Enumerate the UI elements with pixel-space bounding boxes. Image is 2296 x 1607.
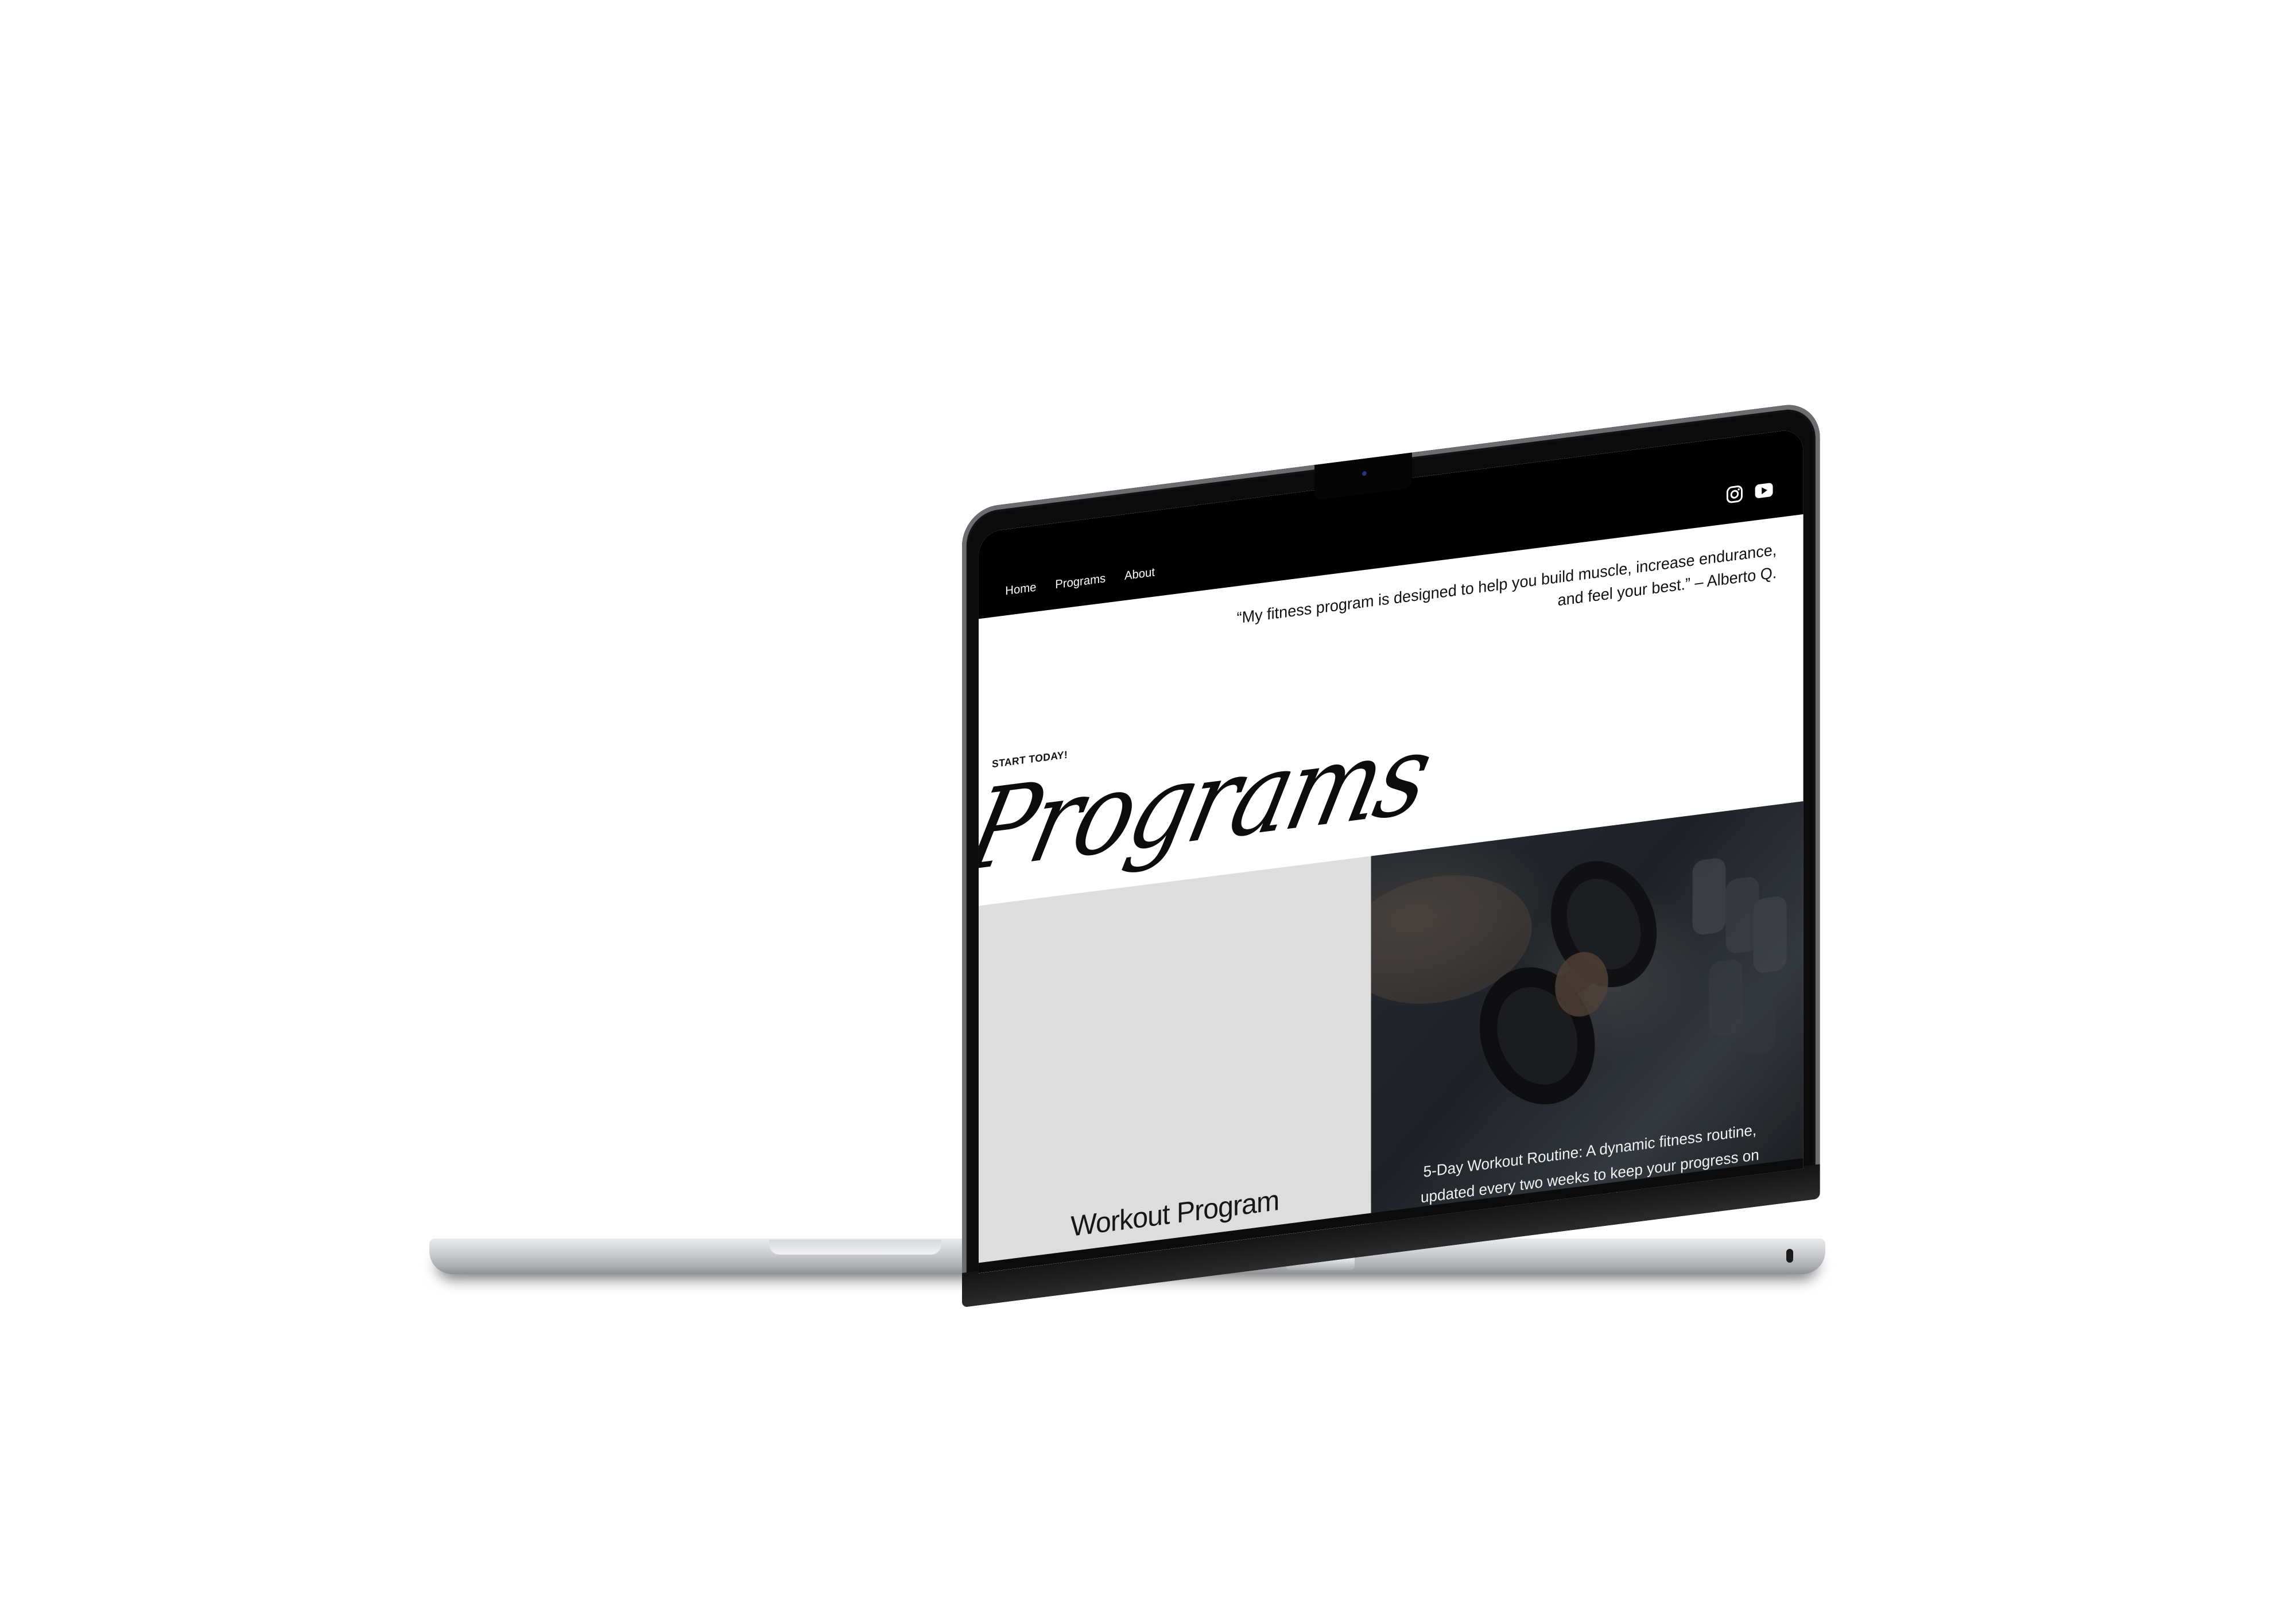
workout-program-card[interactable]: Workout Program	[978, 856, 1371, 1274]
nav-links: Home Programs About	[1005, 565, 1155, 598]
laptop-port	[1786, 1249, 1793, 1263]
mockup-stage: Home Programs About “My fitness program …	[0, 0, 2296, 1607]
nav-home-link[interactable]: Home	[1005, 581, 1036, 599]
laptop-trackpad-notch	[769, 1240, 941, 1255]
nav-programs-link[interactable]: Programs	[1055, 572, 1106, 592]
website-screen: Home Programs About “My fitness program …	[978, 428, 1804, 1274]
nav-about-link[interactable]: About	[1124, 565, 1155, 583]
instagram-icon[interactable]	[1725, 484, 1743, 504]
laptop-lid: Home Programs About “My fitness program …	[962, 401, 1820, 1307]
social-links	[1725, 480, 1773, 505]
youtube-icon[interactable]	[1755, 482, 1774, 499]
